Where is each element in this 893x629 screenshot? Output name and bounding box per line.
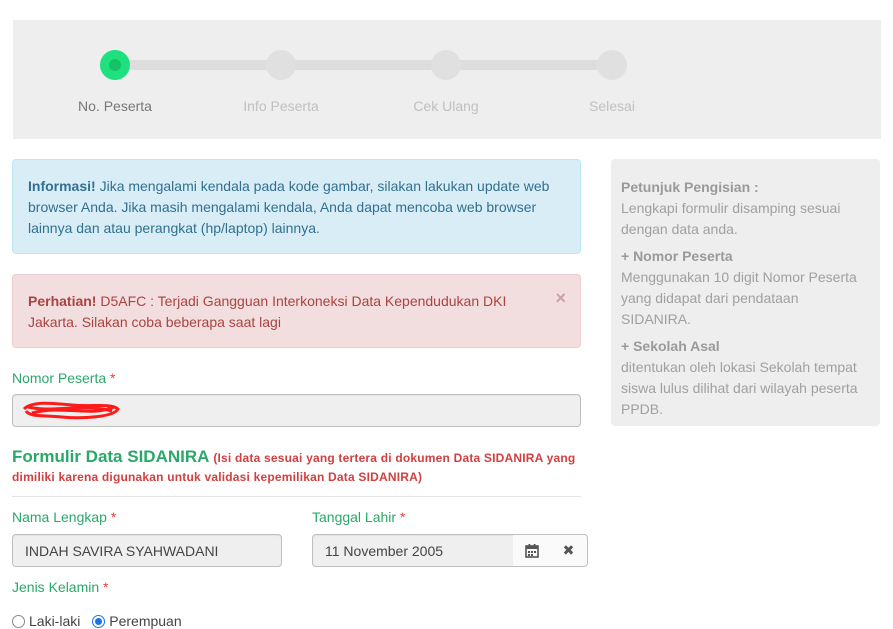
- calendar-button[interactable]: [513, 534, 551, 567]
- info-alert-title: Informasi!: [28, 178, 96, 194]
- logo: [8, 0, 68, 2]
- required-mark: *: [110, 370, 116, 386]
- help-panel: Petunjuk Pengisian : Lengkapi formulir d…: [611, 159, 880, 426]
- section-title: Formulir Data SIDANIRA (Isi data sesuai …: [12, 447, 581, 487]
- help-heading-sekolah-asal: + Sekolah Asal: [621, 338, 720, 354]
- nama-lengkap-label: Nama Lengkap *: [12, 509, 116, 525]
- warning-alert-title: Perhatian!: [28, 293, 97, 309]
- help-intro: Lengkapi formulir disamping sesuai denga…: [621, 200, 841, 237]
- help-title: Petunjuk Pengisian :: [621, 179, 759, 195]
- section-title-text: Formulir Data SIDANIRA: [12, 447, 210, 466]
- help-text-sekolah-asal: ditentukan oleh lokasi Sekolah tempat si…: [621, 359, 858, 417]
- required-mark: *: [103, 579, 109, 595]
- help-text-nomor-peserta: Menggunakan 10 digit Nomor Peserta yang …: [621, 269, 857, 327]
- stepper-track: [115, 60, 615, 70]
- progress-stepper: No. Peserta Info Peserta Cek Ulang Seles…: [13, 20, 881, 139]
- clear-date-button[interactable]: ✖: [550, 534, 588, 567]
- tanggal-lahir-input[interactable]: [312, 534, 514, 567]
- nomor-peserta-label: Nomor Peserta *: [12, 370, 116, 386]
- step-label: No. Peserta: [78, 98, 152, 114]
- info-alert-text: Jika mengalami kendala pada kode gambar,…: [28, 178, 550, 236]
- help-heading-nomor-peserta: + Nomor Peserta: [621, 248, 733, 264]
- nomor-peserta-label-text: Nomor Peserta: [12, 370, 107, 386]
- step-circle: [597, 50, 627, 80]
- close-icon[interactable]: ×: [555, 289, 566, 307]
- tanggal-lahir-label-text: Tanggal Lahir: [312, 509, 397, 525]
- warning-alert: Perhatian! D5AFC : Terjadi Gangguan Inte…: [12, 274, 581, 348]
- required-mark: *: [399, 509, 406, 525]
- step-selesai: Selesai: [552, 50, 672, 114]
- step-circle: [266, 50, 296, 80]
- step-label: Selesai: [589, 98, 635, 114]
- nama-lengkap-label-text: Nama Lengkap: [12, 509, 107, 525]
- warning-alert-text: D5AFC : Terjadi Gangguan Interkoneksi Da…: [28, 293, 507, 330]
- step-circle: [431, 50, 461, 80]
- divider: [12, 496, 581, 497]
- radio-button[interactable]: [12, 615, 25, 628]
- step-circle: [100, 50, 130, 80]
- redaction-scribble: [22, 401, 120, 420]
- radio-button[interactable]: [92, 615, 106, 628]
- step-cek-ulang: Cek Ulang: [386, 50, 506, 114]
- calendar-icon: [524, 543, 539, 558]
- step-no-peserta: No. Peserta: [55, 50, 175, 114]
- step-info-peserta: Info Peserta: [221, 50, 341, 114]
- required-mark: *: [110, 509, 117, 525]
- step-label: Info Peserta: [243, 98, 319, 114]
- jenis-kelamin-label-text: Jenis Kelamin: [12, 579, 100, 595]
- jenis-kelamin-label: Jenis Kelamin *: [12, 579, 109, 595]
- nama-lengkap-input[interactable]: [12, 534, 282, 567]
- info-alert: Informasi! Jika mengalami kendala pada k…: [12, 159, 581, 254]
- close-icon: ✖: [562, 542, 575, 558]
- tanggal-lahir-label: Tanggal Lahir *: [312, 509, 405, 525]
- step-label: Cek Ulang: [413, 98, 479, 114]
